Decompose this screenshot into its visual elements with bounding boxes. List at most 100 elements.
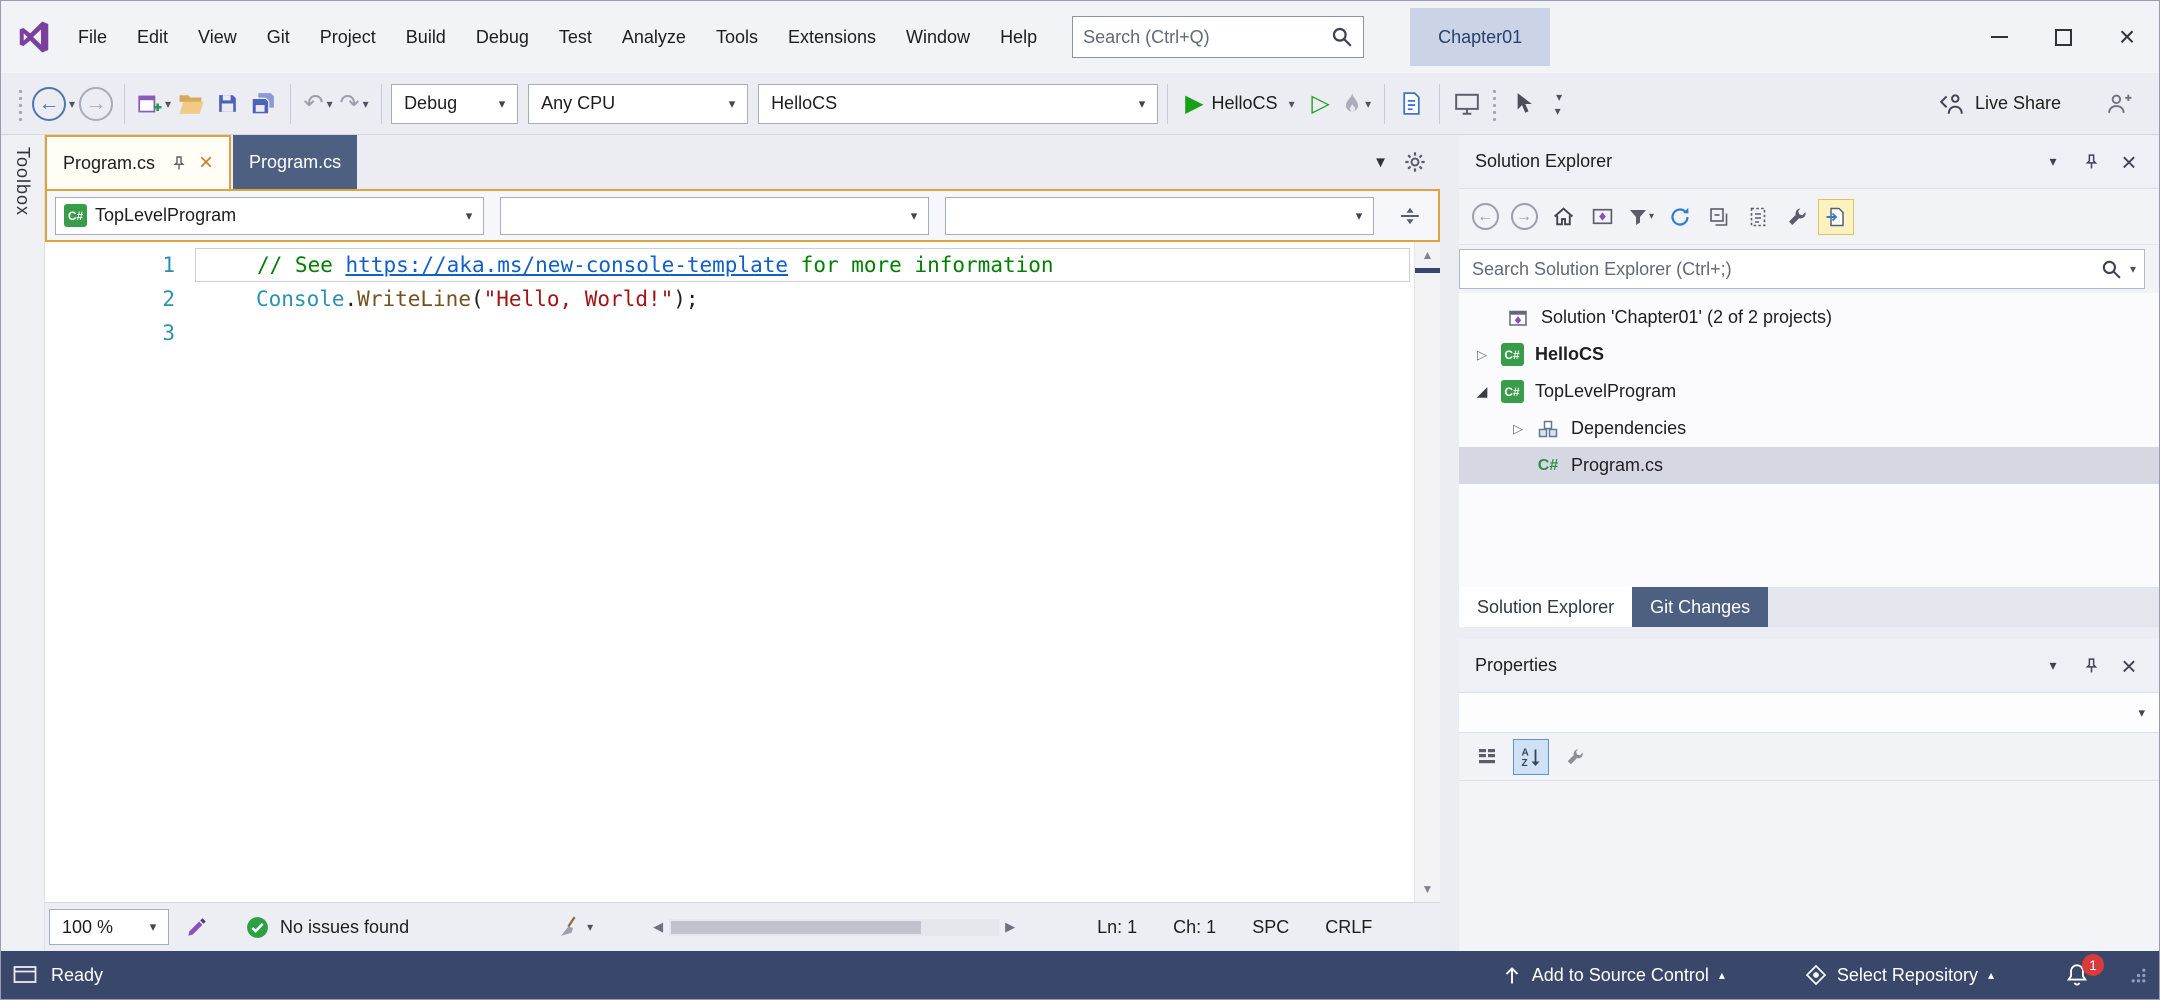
pin-icon[interactable] xyxy=(2077,153,2105,170)
close-icon[interactable]: × xyxy=(2115,149,2143,175)
horizontal-splitter[interactable] xyxy=(1459,627,2159,639)
redo-button[interactable]: ↷ ▾ xyxy=(338,83,370,125)
code-line-3[interactable] xyxy=(195,316,1414,350)
find-in-files-button[interactable] xyxy=(1396,83,1428,125)
document-health-indicator[interactable]: No issues found xyxy=(245,915,409,940)
menu-edit[interactable]: Edit xyxy=(122,19,183,56)
add-user-button[interactable] xyxy=(2103,83,2135,125)
type-dropdown[interactable]: ▾ xyxy=(500,196,929,235)
minimize-button[interactable] xyxy=(1967,1,2031,73)
solution-name-badge[interactable]: Chapter01 xyxy=(1410,8,1551,66)
navigate-forward-button[interactable]: → xyxy=(79,83,114,125)
document-tab-2[interactable]: Program.cs xyxy=(233,135,358,189)
solution-search-box[interactable]: ▾ xyxy=(1459,249,2145,289)
caret-down-icon[interactable]: ▾ xyxy=(2130,262,2136,276)
menu-extensions[interactable]: Extensions xyxy=(773,19,891,56)
alphabetical-sort-button[interactable]: AZ xyxy=(1513,738,1549,775)
close-button[interactable]: × xyxy=(2095,1,2159,73)
properties-object-dropdown[interactable]: ▾ xyxy=(1459,693,2159,733)
toolbar-grip[interactable] xyxy=(1489,85,1499,122)
toolbar-overflow-button[interactable]: ▾ ▾ xyxy=(1542,83,1574,125)
zoom-dropdown[interactable]: 100 % ▾ xyxy=(49,909,169,945)
window-menu-icon[interactable]: ▾ xyxy=(2039,153,2067,170)
toolbox-tab[interactable]: Toolbox xyxy=(12,147,33,216)
navigate-back-button[interactable]: ← ▾ xyxy=(32,83,75,125)
save-all-button[interactable] xyxy=(247,83,279,125)
menu-tools[interactable]: Tools xyxy=(701,19,773,56)
maximize-button[interactable] xyxy=(2031,1,2095,73)
solution-tree[interactable]: Solution 'Chapter01' (2 of 2 projects) ▷ C… xyxy=(1459,293,2159,587)
solution-search-input[interactable] xyxy=(1472,258,2101,280)
tree-item-hellocs[interactable]: ▷ C# HelloCS xyxy=(1459,336,2159,373)
vertical-splitter[interactable] xyxy=(1440,135,1459,951)
undo-button[interactable]: ↶ ▾ xyxy=(302,83,334,125)
properties-header[interactable]: Properties ▾ × xyxy=(1459,639,2159,693)
tab-options-gear-icon[interactable] xyxy=(1404,151,1426,173)
startup-project-dropdown[interactable]: HelloCS ▾ xyxy=(758,83,1159,124)
project-dropdown[interactable]: C# TopLevelProgram ▾ xyxy=(55,196,484,235)
sync-with-active-document-button[interactable] xyxy=(1818,198,1854,235)
solution-platform-dropdown[interactable]: Any CPU ▾ xyxy=(528,83,749,124)
scroll-right-icon[interactable]: ▶ xyxy=(1005,919,1015,935)
back-button[interactable]: ← xyxy=(1467,199,1503,235)
code-cleanup-button[interactable]: ▾ xyxy=(559,915,593,940)
collapse-all-button[interactable] xyxy=(1701,199,1737,235)
expander-collapsed-icon[interactable]: ▷ xyxy=(1503,421,1533,437)
hot-reload-button[interactable]: ▾ xyxy=(1341,83,1373,125)
select-repository-button[interactable]: Select Repository ▴ xyxy=(1805,964,1994,986)
document-tab-1[interactable]: Program.cs × xyxy=(45,135,232,189)
horizontal-scrollbar[interactable] xyxy=(669,918,1000,936)
show-all-files-button[interactable] xyxy=(1740,199,1776,235)
switch-views-button[interactable] xyxy=(1584,199,1620,235)
expander-expanded-icon[interactable]: ◢ xyxy=(1467,383,1497,400)
pin-icon[interactable] xyxy=(2077,657,2105,674)
code-editor[interactable]: 1 2 3 // See https://aka.ms/new-console-te… xyxy=(45,242,1440,902)
menu-analyze[interactable]: Analyze xyxy=(607,19,701,56)
code-line-2[interactable]: Console.WriteLine("Hello, World!"); xyxy=(195,282,1414,316)
refresh-button[interactable] xyxy=(1662,199,1698,235)
window-menu-icon[interactable]: ▾ xyxy=(2039,657,2067,674)
notifications-button[interactable]: 1 xyxy=(2064,954,2104,988)
panel-tab-git-changes[interactable]: Git Changes xyxy=(1632,587,1769,627)
expander-collapsed-icon[interactable]: ▷ xyxy=(1467,347,1497,363)
search-box[interactable] xyxy=(1072,16,1365,58)
solution-explorer-header[interactable]: Solution Explorer ▾ × xyxy=(1459,135,2159,189)
resize-grip[interactable] xyxy=(2130,967,2147,984)
menu-test[interactable]: Test xyxy=(544,19,607,56)
tree-item-program-cs[interactable]: C# Program.cs xyxy=(1459,447,2159,484)
split-window-button[interactable] xyxy=(1390,197,1430,235)
categorized-button[interactable] xyxy=(1469,739,1505,775)
member-dropdown[interactable]: ▾ xyxy=(945,196,1374,235)
solution-configuration-dropdown[interactable]: Debug ▾ xyxy=(391,83,519,124)
menu-help[interactable]: Help xyxy=(985,19,1052,56)
scroll-up-icon[interactable]: ▲ xyxy=(1415,242,1440,268)
scroll-down-icon[interactable]: ▼ xyxy=(1415,876,1440,902)
properties-wrench-button[interactable] xyxy=(1779,199,1815,235)
tree-item-solution-chapter01-2-of-2-projects[interactable]: Solution 'Chapter01' (2 of 2 projects) xyxy=(1459,299,2159,336)
background-tasks-icon[interactable] xyxy=(13,965,37,985)
menu-window[interactable]: Window xyxy=(891,19,985,56)
document-list-dropdown-icon[interactable]: ▼ xyxy=(1373,154,1388,171)
code-line-1[interactable]: // See https://aka.ms/new-console-templa… xyxy=(195,248,1410,282)
vertical-scrollbar[interactable]: ▲ ▼ xyxy=(1414,242,1440,902)
preview-monitor-button[interactable] xyxy=(1451,83,1483,125)
tree-item-toplevelprogram[interactable]: ◢ C# TopLevelProgram xyxy=(1459,373,2159,410)
selection-tool-button[interactable] xyxy=(1506,83,1538,125)
scrollbar-thumb[interactable] xyxy=(671,920,922,934)
track-changes-button[interactable] xyxy=(185,915,209,939)
filter-button[interactable]: ▾ xyxy=(1623,199,1659,235)
new-project-button[interactable]: ▾ xyxy=(136,83,171,125)
forward-button[interactable]: → xyxy=(1506,199,1542,235)
scroll-left-icon[interactable]: ◀ xyxy=(653,919,663,935)
save-button[interactable] xyxy=(211,83,243,125)
search-input[interactable] xyxy=(1083,26,1332,48)
tree-item-dependencies[interactable]: ▷ Dependencies xyxy=(1459,410,2159,447)
menu-file[interactable]: File xyxy=(63,19,122,56)
open-file-button[interactable] xyxy=(175,83,207,125)
close-tab-icon[interactable]: × xyxy=(199,151,213,175)
toolbar-grip[interactable] xyxy=(16,85,25,122)
menu-project[interactable]: Project xyxy=(305,19,391,56)
menu-git[interactable]: Git xyxy=(252,19,305,56)
code-lines[interactable]: // See https://aka.ms/new-console-templa… xyxy=(195,242,1414,902)
home-button[interactable] xyxy=(1545,199,1581,235)
